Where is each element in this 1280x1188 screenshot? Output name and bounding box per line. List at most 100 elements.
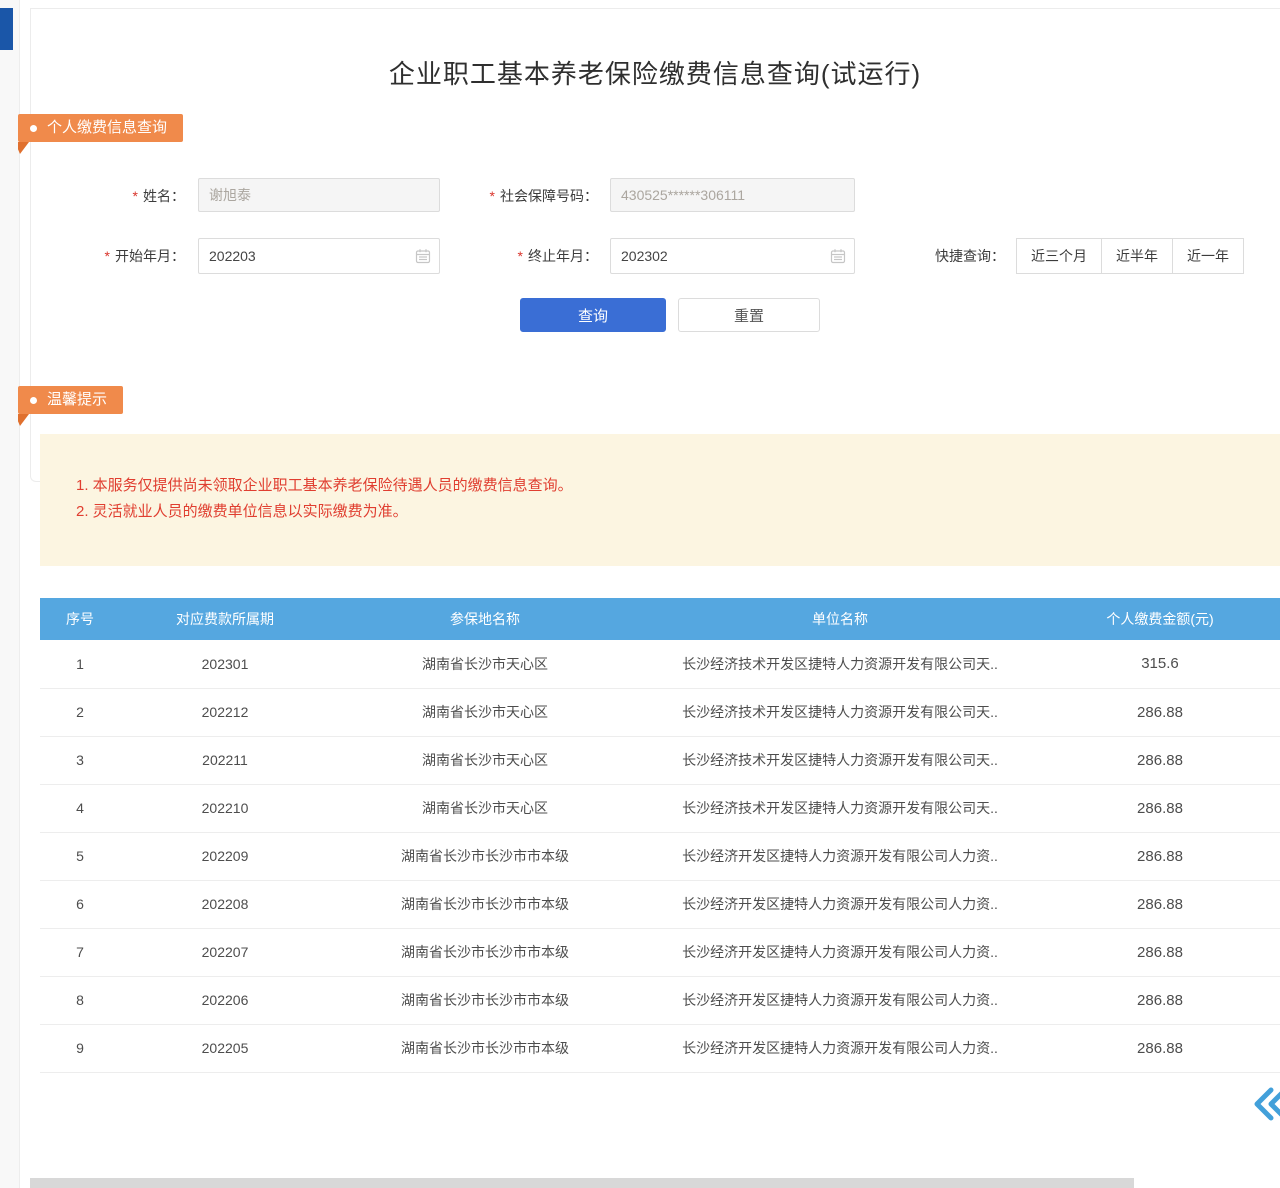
bottom-scroll-bar[interactable] (30, 1178, 1134, 1188)
end-date-input[interactable] (610, 238, 855, 274)
required-asterisk: * (133, 188, 138, 204)
table-cell-index: 6 (40, 880, 120, 928)
table-cell-amount: 286.88 (1040, 832, 1280, 880)
table-cell-company: 长沙经济技术开发区捷特人力资源开发有限公司天.. (640, 688, 1040, 736)
section-badge-tips: 温馨提示 (18, 386, 123, 414)
table-cell-area: 湖南省长沙市天心区 (330, 736, 640, 784)
table-cell-area: 湖南省长沙市长沙市市本级 (330, 976, 640, 1024)
table-cell-company: 长沙经济开发区捷特人力资源开发有限公司人力资.. (640, 1024, 1040, 1072)
name-input (198, 178, 440, 212)
ssn-label: *社会保障号码： (440, 178, 598, 214)
table-cell-amount: 286.88 (1040, 784, 1280, 832)
quick-btn-3months[interactable]: 近三个月 (1016, 238, 1102, 274)
notice-line-1: 1. 本服务仅提供尚未领取企业职工基本养老保险待遇人员的缴费信息查询。 (76, 473, 1260, 499)
required-asterisk: * (105, 248, 110, 264)
table-cell-period: 202211 (120, 736, 330, 784)
table-row: 7202207湖南省长沙市长沙市市本级长沙经济开发区捷特人力资源开发有限公司人力… (40, 928, 1280, 976)
table-cell-index: 2 (40, 688, 120, 736)
col-header-area: 参保地名称 (330, 598, 640, 640)
table-row: 2202212湖南省长沙市天心区长沙经济技术开发区捷特人力资源开发有限公司天..… (40, 688, 1280, 736)
table-cell-area: 湖南省长沙市天心区 (330, 640, 640, 688)
table-cell-area: 湖南省长沙市长沙市市本级 (330, 832, 640, 880)
end-date-label: *终止年月： (440, 238, 598, 274)
end-date-field (610, 238, 855, 274)
table-cell-amount: 315.6 (1040, 640, 1280, 688)
required-asterisk: * (490, 188, 495, 204)
table-cell-period: 202301 (120, 640, 330, 688)
quick-query-group: 近三个月 近半年 近一年 (1016, 238, 1244, 274)
col-header-amount: 个人缴费金额(元) (1040, 598, 1280, 640)
quick-btn-1year[interactable]: 近一年 (1172, 238, 1244, 274)
table-cell-amount: 286.88 (1040, 880, 1280, 928)
table-cell-area: 湖南省长沙市天心区 (330, 688, 640, 736)
page-title: 企业职工基本养老保险缴费信息查询(试运行) (30, 54, 1280, 91)
table-cell-index: 4 (40, 784, 120, 832)
collapse-chevron-icon[interactable] (1252, 1086, 1280, 1122)
ssn-input (610, 178, 855, 212)
table-cell-company: 长沙经济技术开发区捷特人力资源开发有限公司天.. (640, 640, 1040, 688)
table-cell-amount: 286.88 (1040, 1024, 1280, 1072)
table-header-row: 序号 对应费款所属期 参保地名称 单位名称 个人缴费金额(元) (40, 598, 1280, 640)
col-header-company: 单位名称 (640, 598, 1040, 640)
table-cell-period: 202208 (120, 880, 330, 928)
section-badge-tips-label: 温馨提示 (47, 386, 107, 414)
page: 企业职工基本养老保险缴费信息查询(试运行) 个人缴费信息查询 *姓名： *社会保… (0, 0, 1280, 1188)
table-cell-area: 湖南省长沙市长沙市市本级 (330, 880, 640, 928)
table-cell-index: 1 (40, 640, 120, 688)
table-cell-index: 9 (40, 1024, 120, 1072)
table-cell-period: 202207 (120, 928, 330, 976)
table-cell-company: 长沙经济技术开发区捷特人力资源开发有限公司天.. (640, 736, 1040, 784)
table-cell-company: 长沙经济开发区捷特人力资源开发有限公司人力资.. (640, 832, 1040, 880)
table-cell-area: 湖南省长沙市长沙市市本级 (330, 1024, 640, 1072)
start-date-input[interactable] (198, 238, 440, 274)
required-asterisk: * (518, 248, 523, 264)
bullet-dot-icon (30, 125, 37, 132)
table-cell-period: 202206 (120, 976, 330, 1024)
table-cell-period: 202210 (120, 784, 330, 832)
sidebar-collapsed-tab[interactable] (0, 8, 13, 50)
start-date-label: *开始年月： (60, 238, 185, 274)
table-cell-index: 5 (40, 832, 120, 880)
table-row: 9202205湖南省长沙市长沙市市本级长沙经济开发区捷特人力资源开发有限公司人力… (40, 1024, 1280, 1072)
table-cell-index: 8 (40, 976, 120, 1024)
table-cell-amount: 286.88 (1040, 736, 1280, 784)
query-button[interactable]: 查询 (520, 298, 666, 332)
ribbon-fold (18, 142, 29, 154)
calendar-icon[interactable] (415, 248, 431, 269)
table-row: 3202211湖南省长沙市天心区长沙经济技术开发区捷特人力资源开发有限公司天..… (40, 736, 1280, 784)
reset-button[interactable]: 重置 (678, 298, 820, 332)
table-cell-amount: 286.88 (1040, 688, 1280, 736)
table-cell-index: 7 (40, 928, 120, 976)
col-header-period: 对应费款所属期 (120, 598, 330, 640)
table-cell-index: 3 (40, 736, 120, 784)
table-cell-period: 202209 (120, 832, 330, 880)
table-row: 8202206湖南省长沙市长沙市市本级长沙经济开发区捷特人力资源开发有限公司人力… (40, 976, 1280, 1024)
calendar-icon[interactable] (830, 248, 846, 269)
table-cell-period: 202212 (120, 688, 330, 736)
table-cell-amount: 286.88 (1040, 976, 1280, 1024)
payment-table: 序号 对应费款所属期 参保地名称 单位名称 个人缴费金额(元) 1202301湖… (40, 598, 1280, 1073)
table-row: 1202301湖南省长沙市天心区长沙经济技术开发区捷特人力资源开发有限公司天..… (40, 640, 1280, 688)
notice-line-2: 2. 灵活就业人员的缴费单位信息以实际缴费为准。 (76, 499, 1260, 525)
section-badge-query: 个人缴费信息查询 (18, 114, 183, 142)
table-row: 5202209湖南省长沙市长沙市市本级长沙经济开发区捷特人力资源开发有限公司人力… (40, 832, 1280, 880)
table-row: 4202210湖南省长沙市天心区长沙经济技术开发区捷特人力资源开发有限公司天..… (40, 784, 1280, 832)
notice-box: 1. 本服务仅提供尚未领取企业职工基本养老保险待遇人员的缴费信息查询。 2. 灵… (40, 434, 1280, 566)
bullet-dot-icon (30, 397, 37, 404)
col-header-index: 序号 (40, 598, 120, 640)
table-row: 6202208湖南省长沙市长沙市市本级长沙经济开发区捷特人力资源开发有限公司人力… (40, 880, 1280, 928)
section-badge-query-label: 个人缴费信息查询 (47, 114, 167, 142)
table-cell-company: 长沙经济开发区捷特人力资源开发有限公司人力资.. (640, 976, 1040, 1024)
table-cell-area: 湖南省长沙市长沙市市本级 (330, 928, 640, 976)
ribbon-fold (18, 414, 29, 426)
table-cell-company: 长沙经济技术开发区捷特人力资源开发有限公司天.. (640, 784, 1040, 832)
name-label: *姓名： (60, 178, 185, 214)
table-cell-period: 202205 (120, 1024, 330, 1072)
table-cell-amount: 286.88 (1040, 928, 1280, 976)
left-gutter (0, 0, 20, 1188)
start-date-field (198, 238, 440, 274)
quick-query-label: 快捷查询： (880, 238, 1005, 274)
table-cell-company: 长沙经济开发区捷特人力资源开发有限公司人力资.. (640, 880, 1040, 928)
payment-table-wrap: 序号 对应费款所属期 参保地名称 单位名称 个人缴费金额(元) 1202301湖… (40, 598, 1280, 1073)
quick-btn-halfyear[interactable]: 近半年 (1101, 238, 1173, 274)
